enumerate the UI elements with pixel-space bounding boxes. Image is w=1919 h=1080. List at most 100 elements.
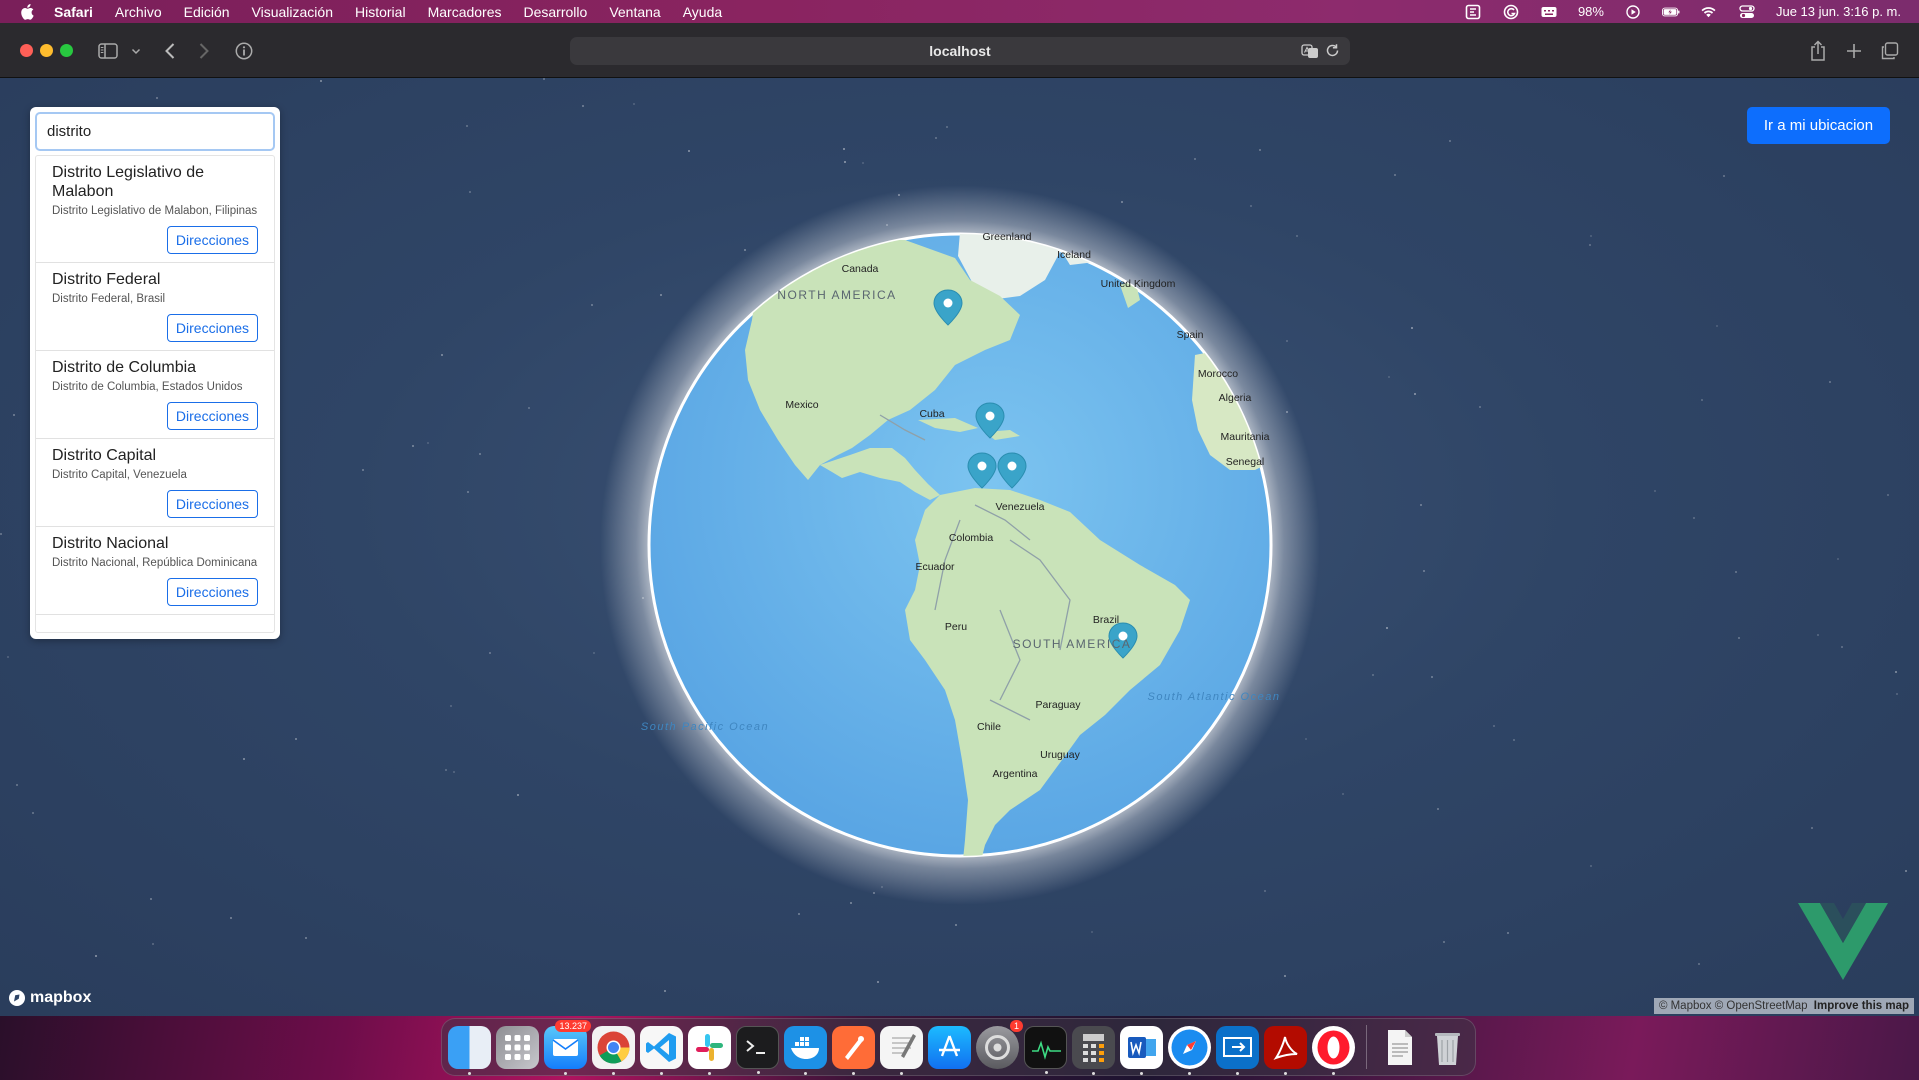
map-label-north-america: NORTH AMERICA: [777, 288, 896, 302]
reload-icon[interactable]: [1325, 43, 1340, 62]
terminal-icon[interactable]: [736, 1025, 779, 1074]
tab-overview-icon[interactable]: [1878, 39, 1902, 63]
vscode-icon[interactable]: [640, 1025, 683, 1075]
map-label-south-america: SOUTH AMERICA: [1013, 637, 1132, 651]
new-tab-icon[interactable]: [1842, 39, 1866, 63]
fullscreen-window-button[interactable]: [60, 44, 73, 57]
map-label-venezuela: Venezuela: [995, 501, 1044, 513]
postman-icon[interactable]: [832, 1025, 875, 1075]
map-label-argentina: Argentina: [993, 768, 1038, 780]
word-icon[interactable]: [1120, 1025, 1163, 1075]
result-item[interactable]: Distrito Federal Distrito Federal, Brasi…: [36, 263, 274, 351]
map-label-ecuador: Ecuador: [915, 561, 955, 573]
menu-historial[interactable]: Historial: [355, 4, 406, 20]
map-label-mexico: Mexico: [785, 399, 818, 411]
result-title: Distrito Nacional: [52, 535, 169, 552]
system-preferences-icon[interactable]: 1: [976, 1019, 1023, 1069]
wifi-icon[interactable]: [1700, 5, 1718, 19]
opera-icon[interactable]: [1312, 1025, 1355, 1075]
settings-badge: 1: [1009, 1019, 1023, 1032]
keyboard-icon[interactable]: [1540, 5, 1558, 19]
map-label-peru: Peru: [945, 621, 967, 633]
chrome-icon[interactable]: [592, 1025, 635, 1075]
close-window-button[interactable]: [20, 44, 33, 57]
attribution-text[interactable]: © Mapbox © OpenStreetMap: [1659, 1000, 1808, 1012]
slack-icon[interactable]: [688, 1025, 731, 1075]
menu-visualizacion[interactable]: Visualización: [252, 4, 333, 20]
map-label-iceland: Iceland: [1057, 249, 1091, 261]
result-title: Distrito Legislativo de Malabon: [52, 164, 205, 200]
result-item[interactable]: Distrito Capital Distrito Capital, Venez…: [36, 439, 274, 527]
directions-button[interactable]: Direcciones: [167, 578, 258, 606]
document-icon[interactable]: [1378, 1026, 1421, 1069]
mapbox-wordmark: mapbox: [30, 989, 92, 1006]
safari-icon[interactable]: [1168, 1025, 1211, 1075]
search-panel: Distrito Legislativo de Malabon Distrito…: [30, 107, 280, 639]
acrobat-icon[interactable]: [1264, 1025, 1307, 1075]
menu-app-name[interactable]: Safari: [54, 4, 93, 20]
url-text[interactable]: localhost: [929, 43, 990, 59]
menu-ayuda[interactable]: Ayuda: [683, 4, 722, 20]
dock: 13.237 1: [441, 1018, 1476, 1076]
directions-button[interactable]: Direcciones: [167, 402, 258, 430]
result-item[interactable]: Distrito Legislativo de Malabon Distrito…: [36, 156, 274, 263]
map-label-algeria: Algeria: [1219, 392, 1252, 404]
map-label-morocco: Morocco: [1198, 368, 1238, 380]
textedit-icon[interactable]: [880, 1025, 923, 1075]
improve-map-link[interactable]: Improve this map: [1814, 1000, 1909, 1012]
directions-button[interactable]: Direcciones: [167, 226, 258, 254]
menu-marcadores[interactable]: Marcadores: [428, 4, 502, 20]
translate-icon[interactable]: [1301, 43, 1319, 62]
macos-menubar: Safari Archivo Edición Visualización His…: [0, 0, 1919, 23]
finder-icon[interactable]: [448, 1025, 491, 1075]
remote-desktop-icon[interactable]: [1216, 1025, 1259, 1075]
map-canvas[interactable]: Greenland Iceland Canada United Kingdom …: [0, 78, 1919, 1016]
directions-button[interactable]: Direcciones: [167, 490, 258, 518]
map-label-chile: Chile: [977, 721, 1001, 733]
result-title: Distrito Federal: [52, 271, 161, 288]
grammarly-icon[interactable]: [1502, 4, 1520, 19]
menu-archivo[interactable]: Archivo: [115, 4, 162, 20]
clock[interactable]: Jue 13 jun. 3:16 p. m.: [1776, 4, 1901, 19]
globe[interactable]: Greenland Iceland Canada United Kingdom …: [0, 78, 1919, 1016]
directions-button[interactable]: Direcciones: [167, 314, 258, 342]
result-title: Distrito de Columbia: [52, 359, 197, 376]
share-icon[interactable]: [1806, 39, 1830, 63]
search-input[interactable]: [35, 112, 275, 151]
docker-icon[interactable]: [784, 1025, 827, 1075]
menu-ventana[interactable]: Ventana: [609, 4, 660, 20]
trash-icon[interactable]: [1426, 1026, 1469, 1069]
menu-edicion[interactable]: Edición: [184, 4, 230, 20]
forward-icon[interactable]: [192, 39, 216, 63]
info-icon[interactable]: [232, 39, 256, 63]
battery-percent: 98%: [1577, 4, 1604, 19]
screen-tool-icon[interactable]: [1464, 4, 1482, 19]
map-label-canada: Canada: [842, 263, 879, 275]
search-results-list: Distrito Legislativo de Malabon Distrito…: [35, 155, 275, 633]
map-label-cuba: Cuba: [919, 408, 944, 420]
play-icon[interactable]: [1624, 4, 1642, 19]
apple-icon[interactable]: [20, 3, 36, 20]
minimize-window-button[interactable]: [40, 44, 53, 57]
activity-monitor-icon[interactable]: [1024, 1025, 1067, 1074]
map-label-senegal: Senegal: [1226, 456, 1265, 468]
result-title: Distrito Capital: [52, 447, 157, 464]
mapbox-logo[interactable]: mapbox: [8, 989, 91, 1007]
map-label-uruguay: Uruguay: [1040, 749, 1080, 761]
back-icon[interactable]: [158, 39, 182, 63]
chevron-down-icon[interactable]: [124, 39, 148, 63]
sidebar-toggle-icon[interactable]: [96, 39, 120, 63]
battery-icon[interactable]: [1662, 5, 1680, 19]
mail-badge: 13.237: [555, 1019, 591, 1032]
menu-desarrollo[interactable]: Desarrollo: [524, 4, 588, 20]
mail-icon[interactable]: 13.237: [544, 1019, 591, 1075]
result-item[interactable]: Distrito de Columbia Distrito de Columbi…: [36, 351, 274, 439]
control-center-icon[interactable]: [1738, 4, 1756, 19]
app-store-icon[interactable]: [928, 1025, 971, 1069]
result-item[interactable]: Distrito Nacional Distrito Nacional, Rep…: [36, 527, 274, 615]
go-to-my-location-button[interactable]: Ir a mi ubicacion: [1747, 107, 1890, 144]
address-bar[interactable]: localhost: [570, 37, 1350, 65]
calculator-icon[interactable]: [1072, 1025, 1115, 1075]
map-label-south-atlantic: South Atlantic Ocean: [1148, 691, 1281, 703]
launchpad-icon[interactable]: [496, 1025, 539, 1069]
